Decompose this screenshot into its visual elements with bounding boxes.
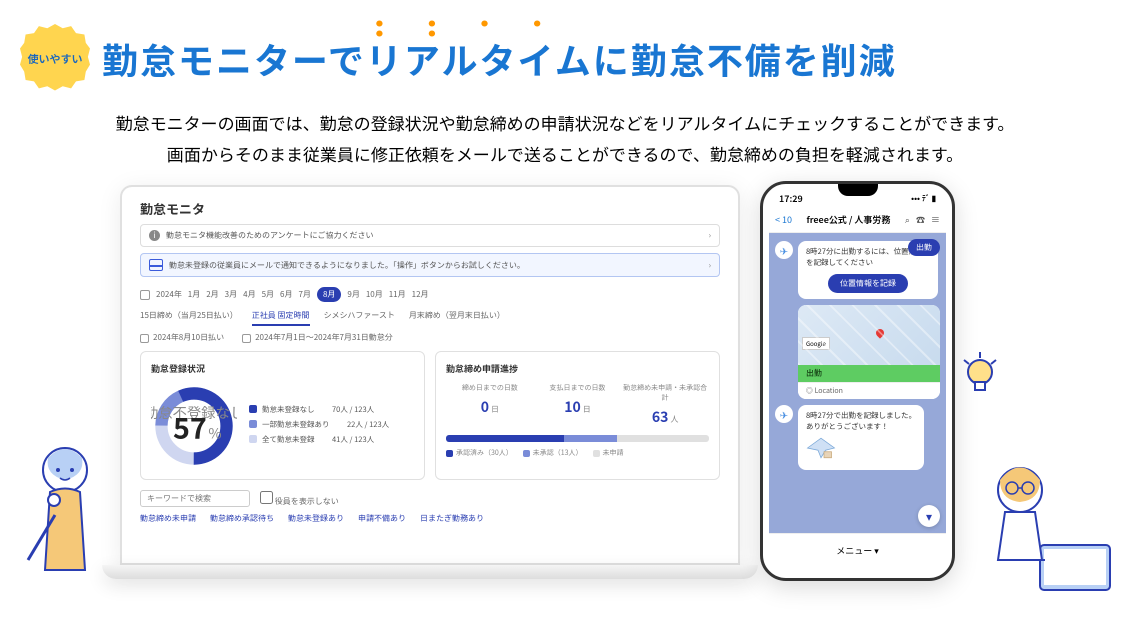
tab-shimeshiha[interactable]: シメシハファースト <box>324 310 395 326</box>
feature-banner-text: 勤怠未登録の従業員にメールで通知できるようになりました。「操作」ボタンからお試し… <box>169 260 525 271</box>
search-input[interactable] <box>140 490 250 507</box>
closing-tabs: 15日締め（当月25日払い） 正社員 固定時間 シメシハファースト 月末締め（翌… <box>140 310 720 326</box>
month-selector: 2024年 1月 2月 3月 4月 5月 6月 7月 8月 9月 10月 11月… <box>140 287 720 302</box>
monitor-title: 勤怠モニタ <box>140 199 720 218</box>
survey-banner[interactable]: i 勤怠モニタ機能改善のためのアンケートにご協力ください › <box>140 224 720 247</box>
donut-chart: 勤怠不登録なし 57 % <box>151 383 237 469</box>
laptop-mock: 勤怠モニタ i 勤怠モニタ機能改善のためのアンケートにご協力ください › 勤怠未… <box>120 185 740 581</box>
closing-progress-card: 勤怠締め申請進捗 締め日までの日数0日 支払日までの日数10日 勤怠締め未申請・… <box>435 351 720 480</box>
bot-avatar-icon: ✈ <box>775 405 793 423</box>
phone-mock: 17:29 ••• ﾃﾞ ▮ < 10 freee公式 / 人事労務 ⌕ ☎ ≡… <box>760 181 955 581</box>
page-title: 勤怠モニターでリアルタイムに勤怠不備を削減 <box>102 33 897 85</box>
phone-status-bar: 17:29 ••• ﾃﾞ ▮ <box>769 190 946 207</box>
link-unregistered[interactable]: 勤怠未登録あり <box>288 513 344 524</box>
svg-text:%: % <box>208 422 221 443</box>
chat-title: freee公式 / 人事労務 <box>807 213 891 226</box>
subtitle: 勤怠モニターの画面では、勤怠の登録状況や勤怠締めの申請状況などをリアルタイムにチ… <box>0 102 1130 175</box>
period: 2024年7月1日～2024年7月31日勤怠分 <box>242 332 393 343</box>
badge-easy-to-use: 使いやすい <box>20 24 90 94</box>
link-overnight[interactable]: 日またぎ勤務あり <box>420 513 484 524</box>
paper-plane-icon <box>806 436 836 460</box>
filter-links: 勤怠締め未申請 勤怠締め承認待ち 勤怠未登録あり 申請不備あり 日またぎ勤務あり <box>140 513 720 524</box>
illustration-person-right <box>970 430 1120 610</box>
lightbulb-icon <box>960 350 1000 400</box>
month-11[interactable]: 11月 <box>389 289 406 300</box>
search-icon[interactable]: ⌕ <box>905 213 910 226</box>
link-pending[interactable]: 勤怠締め承認待ち <box>210 513 274 524</box>
month-8-active[interactable]: 8月 <box>317 287 341 302</box>
progress-bar <box>446 435 709 442</box>
month-2[interactable]: 2月 <box>206 289 218 300</box>
chevron-right-icon: › <box>709 260 711 271</box>
feature-banner[interactable]: 勤怠未登録の従業員にメールで通知できるようになりました。「操作」ボタンからお試し… <box>140 253 720 277</box>
google-logo: Google <box>802 337 830 350</box>
link-unapplied[interactable]: 勤怠締め未申請 <box>140 513 196 524</box>
chat-bubble-2: 8時27分で出勤を記録しました。 ありがとうございます！ <box>798 405 924 470</box>
info-icon: i <box>149 230 160 241</box>
pay-date: 2024年8月10日払い <box>140 332 224 343</box>
clock-in-bar[interactable]: 出勤 <box>798 365 940 382</box>
calendar-icon <box>140 290 150 300</box>
map-card: Google 出勤 ◎ Location <box>798 305 940 399</box>
illustration-person-left <box>10 430 130 610</box>
bot-avatar-icon: ✈ <box>775 241 793 259</box>
svg-text:57: 57 <box>173 406 207 447</box>
clock-in-button[interactable]: 出勤 <box>908 239 940 256</box>
registration-status-card: 勤怠登録状況 勤怠不登録なし 57 % 勤怠未登録なし 70人 / 123人 <box>140 351 425 480</box>
location-row: ◎ Location <box>798 382 940 399</box>
survey-banner-text: 勤怠モニタ機能改善のためのアンケートにご協力ください <box>166 230 374 241</box>
tab-fulltime[interactable]: 正社員 固定時間 <box>252 310 310 326</box>
scroll-down-button[interactable]: ▾ <box>918 505 940 527</box>
month-4[interactable]: 4月 <box>243 289 255 300</box>
phone-menu-button[interactable]: メニュー ▾ <box>769 533 946 567</box>
hide-officers-checkbox[interactable]: 役員を表示しない <box>260 491 339 507</box>
menu-icon[interactable]: ≡ <box>931 213 940 226</box>
record-location-button[interactable]: 位置情報を記録 <box>828 274 908 293</box>
month-3[interactable]: 3月 <box>225 289 237 300</box>
month-6[interactable]: 6月 <box>280 289 292 300</box>
back-button[interactable]: < 10 <box>775 213 792 226</box>
card-title: 勤怠締め申請進捗 <box>446 362 709 375</box>
call-icon[interactable]: ☎ <box>916 213 925 226</box>
card-title: 勤怠登録状況 <box>151 362 414 375</box>
donut-legend: 勤怠未登録なし 70人 / 123人 一部勤怠未登録あり 22人 / 123人 … <box>249 404 389 449</box>
tab-15th[interactable]: 15日締め（当月25日払い） <box>140 310 238 326</box>
tab-month-end[interactable]: 月末締め（翌月末日払い） <box>409 310 505 326</box>
chevron-right-icon: › <box>709 230 711 241</box>
month-1[interactable]: 1月 <box>188 289 200 300</box>
map-pin-icon <box>874 328 885 339</box>
month-5[interactable]: 5月 <box>262 289 274 300</box>
year-label: 2024年 <box>156 289 182 300</box>
month-10[interactable]: 10月 <box>366 289 383 300</box>
link-defect[interactable]: 申請不備あり <box>358 513 406 524</box>
month-9[interactable]: 9月 <box>347 289 359 300</box>
calendar-icon <box>242 334 251 343</box>
calendar-icon <box>140 334 149 343</box>
month-7[interactable]: 7月 <box>298 289 310 300</box>
month-12[interactable]: 12月 <box>412 289 429 300</box>
gift-icon <box>149 259 163 271</box>
bar-legend: 承認済み（30人） 未承認（13人） 未申請 <box>446 448 709 458</box>
